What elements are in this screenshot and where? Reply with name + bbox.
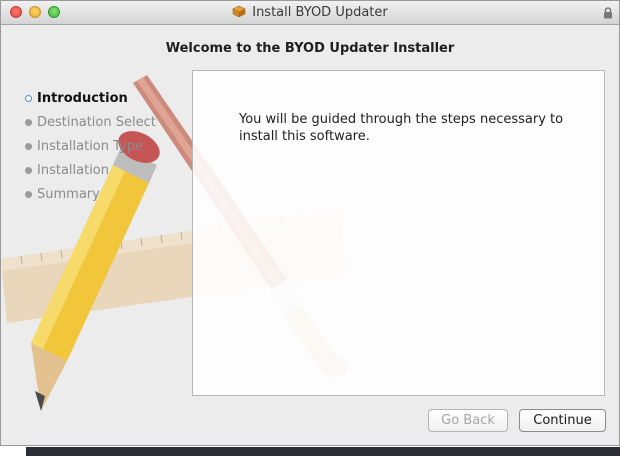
step-introduction: Introduction <box>25 91 195 115</box>
step-label: Destination Select <box>37 115 156 130</box>
package-icon <box>232 5 246 17</box>
step-installation-type: Installation Type <box>25 139 195 163</box>
lock-icon <box>604 7 612 19</box>
window-title-group: Install BYOD Updater <box>1 4 619 22</box>
page-heading: Welcome to the BYOD Updater Installer <box>165 41 455 56</box>
background-strip <box>26 447 620 456</box>
step-dot <box>25 143 32 150</box>
steps-sidebar: Introduction Destination Select Installa… <box>25 91 195 211</box>
go-back-button[interactable]: Go Back <box>428 409 508 432</box>
step-dot <box>25 119 32 126</box>
step-label: Summary <box>37 187 100 202</box>
installer-window: Install BYOD Updater Welcome to the BYOD… <box>0 0 620 446</box>
step-label: Installation <box>37 163 110 178</box>
introduction-text: You will be guided through the steps nec… <box>239 112 564 144</box>
step-destination-select: Destination Select <box>25 115 195 139</box>
step-installation: Installation <box>25 163 195 187</box>
window-title: Install BYOD Updater <box>252 5 388 20</box>
continue-button[interactable]: Continue <box>519 409 606 432</box>
content-panel: You will be guided through the steps nec… <box>192 70 605 396</box>
step-dot <box>25 167 32 174</box>
step-label: Installation Type <box>37 139 143 154</box>
title-bar[interactable]: Install BYOD Updater <box>1 1 619 25</box>
step-dot <box>25 191 32 198</box>
active-step-dot <box>25 95 32 102</box>
step-summary: Summary <box>25 187 195 211</box>
step-label: Introduction <box>37 91 128 106</box>
